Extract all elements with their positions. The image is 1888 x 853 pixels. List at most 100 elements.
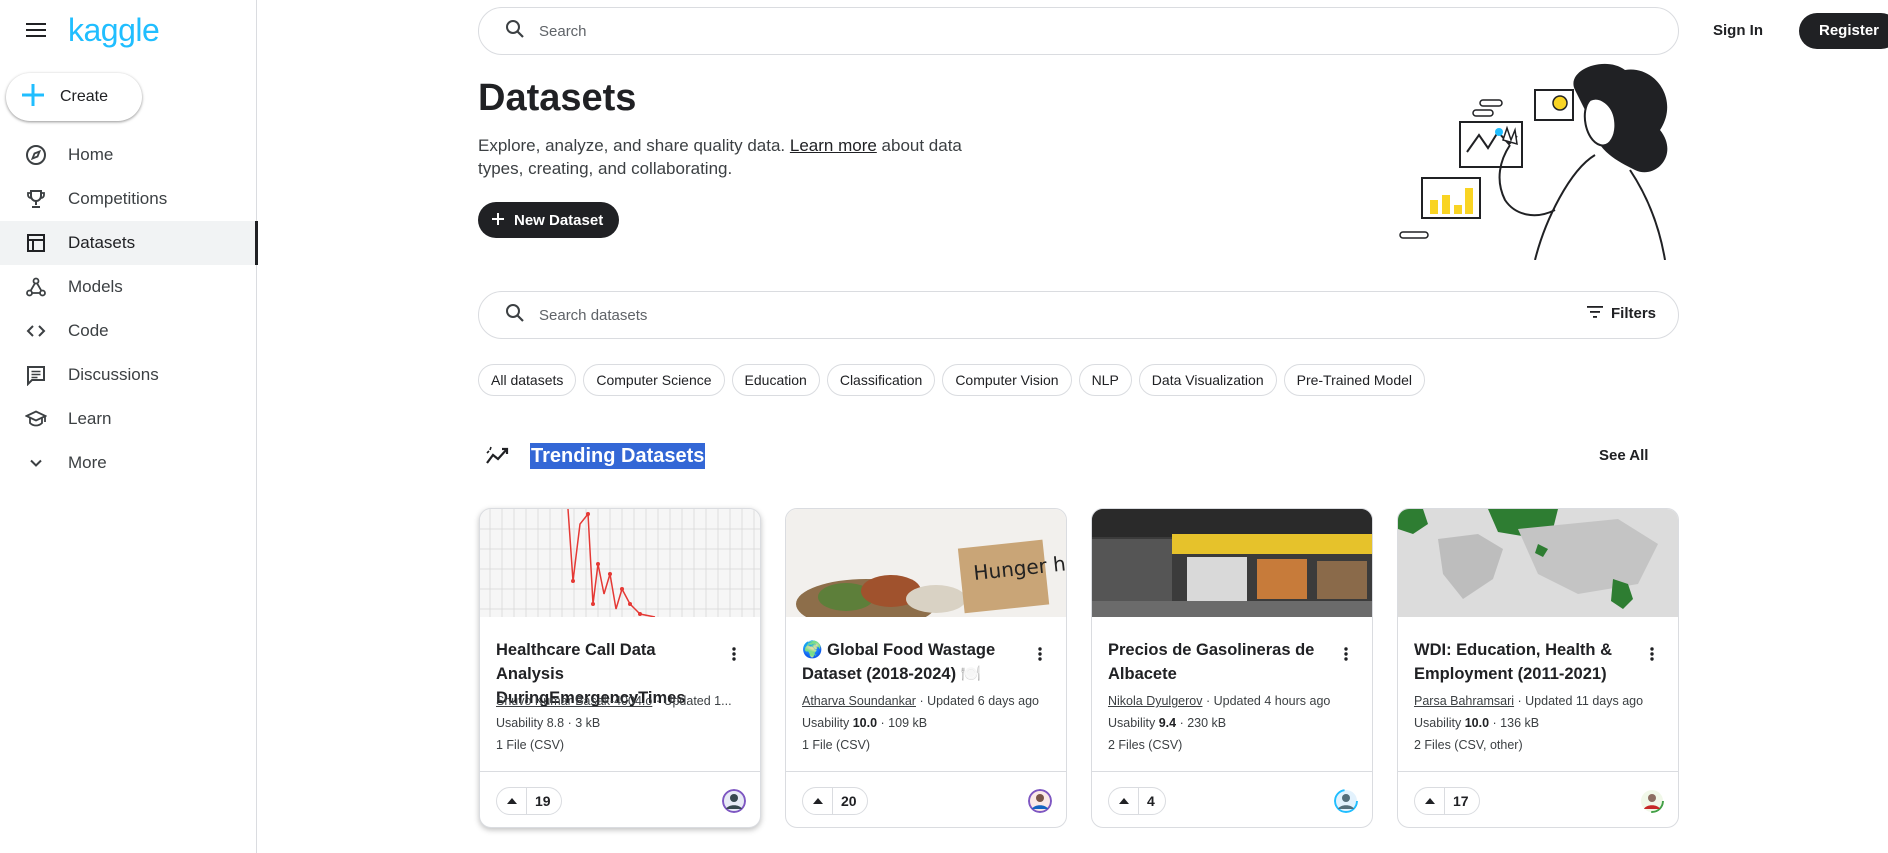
dataset-meta-usability: Usability 10.0 · 109 kB (802, 716, 927, 730)
dataset-meta-usability: Usability 8.8 · 3 kB (496, 716, 600, 730)
search-icon (505, 303, 525, 328)
page-description: Explore, analyze, and share quality data… (478, 134, 998, 180)
dataset-thumbnail (1398, 509, 1678, 617)
arrow-up-icon (1109, 788, 1139, 814)
chevron-down-icon (24, 451, 48, 475)
sidebar-item-label: Datasets (68, 233, 136, 252)
plus-icon (22, 83, 44, 111)
sidebar-item-home[interactable]: Home (0, 133, 257, 177)
author-link[interactable]: Atharva Soundankar (802, 694, 916, 708)
plus-icon (492, 212, 504, 229)
chip-classification[interactable]: Classification (826, 364, 936, 396)
register-button[interactable]: Register (1799, 13, 1888, 49)
dataset-meta-usability: Usability 10.0 · 136 kB (1414, 716, 1539, 730)
upvote-button[interactable]: 17 (1414, 787, 1480, 815)
sidebar-item-label: Competitions (68, 189, 168, 208)
more-vert-icon[interactable] (1644, 644, 1660, 664)
dataset-card[interactable]: Precios de Gasolineras de Albacete Nikol… (1091, 508, 1373, 828)
chip-computer-vision[interactable]: Computer Vision (942, 364, 1072, 396)
chip-all-datasets[interactable]: All datasets (478, 364, 577, 396)
dataset-card[interactable]: WDI: Education, Health & Employment (201… (1397, 508, 1679, 828)
dataset-card[interactable]: Hunger has no 🌍 Global Food Wastage Data… (785, 508, 1067, 828)
global-search-input[interactable] (539, 22, 1439, 40)
filter-icon (1586, 305, 1603, 322)
new-dataset-button[interactable]: New Dataset (478, 202, 619, 238)
sidebar-item-models[interactable]: Models (0, 265, 257, 309)
upvote-button[interactable]: 4 (1108, 787, 1166, 815)
kaggle-logo[interactable]: kaggle (68, 14, 160, 46)
arrow-up-icon (1415, 788, 1445, 814)
avatar[interactable] (722, 789, 746, 813)
sidebar-item-competitions[interactable]: Competitions (0, 177, 257, 221)
arrow-up-icon (497, 788, 527, 814)
chip-computer-science[interactable]: Computer Science (583, 364, 725, 396)
upvote-button[interactable]: 19 (496, 787, 562, 815)
updated-text: · Updated 4 hours ago (1202, 694, 1331, 708)
sidebar-item-learn[interactable]: Learn (0, 397, 257, 441)
chip-pre-trained-model[interactable]: Pre-Trained Model (1283, 364, 1426, 396)
dataset-title[interactable]: 🌍 Global Food Wastage Dataset (2018-2024… (802, 638, 1032, 686)
sidebar-item-discussions[interactable]: Discussions (0, 353, 257, 397)
sidebar-item-label: Discussions (68, 365, 159, 384)
size-text: · 3 kB (564, 716, 601, 730)
learn-more-link[interactable]: Learn more (790, 136, 877, 155)
dataset-meta-author: Shuvo Kumar Basak-4004.o · Updated 1... (496, 694, 748, 708)
size-text: · 230 kB (1176, 716, 1227, 730)
create-button[interactable]: Create (6, 73, 142, 121)
updated-text: · Updated 11 days ago (1514, 694, 1644, 708)
sidebar-item-label: Learn (68, 409, 112, 428)
chip-data-visualization[interactable]: Data Visualization (1138, 364, 1277, 396)
usability-value: 9.4 (1158, 716, 1177, 730)
more-vert-icon[interactable] (1032, 644, 1048, 664)
dataset-meta-files: 2 Files (CSV) (1108, 738, 1183, 752)
more-vert-icon[interactable] (1338, 644, 1354, 664)
chip-nlp[interactable]: NLP (1078, 364, 1132, 396)
models-icon (24, 275, 48, 299)
sidebar-item-code[interactable]: Code (0, 309, 257, 353)
dataset-meta-author: Atharva Soundankar · Updated 6 days ago (802, 694, 1054, 708)
sidebar-item-more[interactable]: More (0, 441, 257, 485)
trending-cards: Healthcare Call Data Analysis DuringEmer… (479, 508, 1703, 828)
author-link[interactable]: Nikola Dyulgerov (1108, 694, 1202, 708)
more-vert-icon[interactable] (726, 644, 742, 664)
upvote-button[interactable]: 20 (802, 787, 868, 815)
usability-value: 8.8 (546, 716, 565, 730)
sidebar-item-datasets[interactable]: Datasets (0, 221, 258, 265)
avatar[interactable] (1028, 789, 1052, 813)
dataset-search-bar[interactable]: Filters (478, 291, 1679, 339)
usability-value: 10.0 (1464, 716, 1490, 730)
trending-icon (485, 445, 511, 472)
filters-button[interactable]: Filters (1586, 305, 1656, 322)
dataset-title[interactable]: WDI: Education, Health & Employment (201… (1414, 638, 1644, 686)
page-title: Datasets (478, 77, 637, 119)
author-link[interactable]: Shuvo Kumar Basak-4004.o (496, 694, 652, 708)
usability-label: Usability (496, 716, 547, 730)
dataset-thumbnail (480, 509, 760, 617)
dataset-title[interactable]: Precios de Gasolineras de Albacete (1108, 638, 1338, 686)
dataset-meta-author: Nikola Dyulgerov · Updated 4 hours ago (1108, 694, 1360, 708)
sidebar-nav: Home Competitions Datasets Models Code D… (0, 133, 258, 485)
hamburger-menu-icon[interactable] (22, 16, 50, 44)
search-icon (505, 19, 525, 44)
dataset-thumbnail (1092, 509, 1372, 617)
vote-count: 20 (841, 793, 857, 809)
sidebar-item-label: More (68, 453, 107, 472)
create-label: Create (60, 88, 109, 105)
category-chips: All datasets Computer Science Education … (478, 364, 1432, 396)
sidebar: kaggle Create Home Competitions Datasets (0, 0, 258, 853)
see-all-link[interactable]: See All (1599, 447, 1648, 464)
card-divider (786, 771, 1066, 772)
dataset-search-input[interactable] (539, 306, 1539, 324)
sign-in-button[interactable]: Sign In (1713, 22, 1763, 39)
usability-label: Usability (1108, 716, 1159, 730)
author-link[interactable]: Parsa Bahramsari (1414, 694, 1514, 708)
avatar[interactable] (1334, 789, 1358, 813)
chip-education[interactable]: Education (731, 364, 820, 396)
sidebar-item-label: Code (68, 321, 109, 340)
global-search-bar[interactable] (478, 7, 1679, 55)
avatar[interactable] (1640, 789, 1664, 813)
trophy-icon (24, 187, 48, 211)
dataset-meta-usability: Usability 9.4 · 230 kB (1108, 716, 1226, 730)
dataset-card[interactable]: Healthcare Call Data Analysis DuringEmer… (479, 508, 761, 828)
usability-value: 10.0 (852, 716, 878, 730)
